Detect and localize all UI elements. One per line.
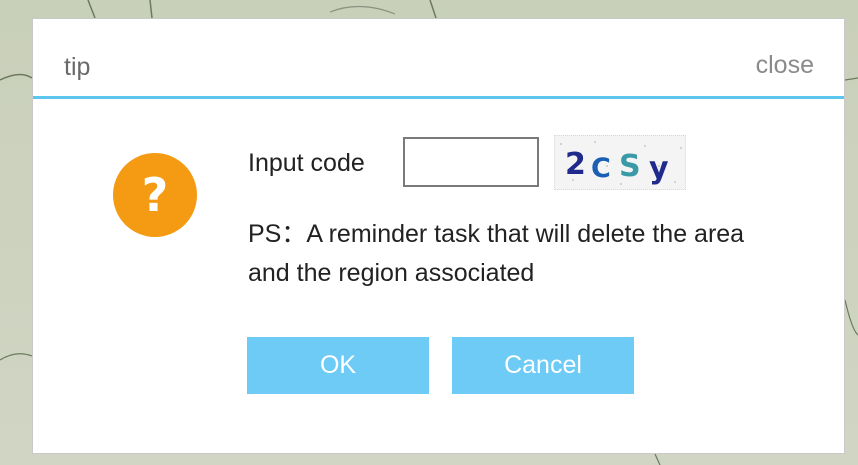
confirm-dialog: tip close ? Input code 2 C S y PS：A remi…	[32, 18, 845, 454]
question-icon: ?	[113, 153, 197, 237]
warning-message: PS：A reminder task that will delete the …	[248, 220, 745, 287]
captcha-image[interactable]: 2 C S y	[554, 135, 686, 190]
captcha-char-2: C	[591, 153, 611, 184]
close-button[interactable]: close	[756, 51, 814, 80]
captcha-char-3: S	[619, 149, 641, 184]
captcha-graphic: 2 C S y	[560, 141, 682, 186]
dialog-header: tip close	[33, 19, 844, 99]
code-label: Input code	[248, 149, 365, 177]
code-input[interactable]	[403, 137, 539, 187]
dialog-title: tip	[64, 53, 91, 81]
ok-button[interactable]: OK	[247, 337, 429, 394]
captcha-char-1: 2	[565, 147, 586, 182]
cancel-button[interactable]: Cancel	[452, 337, 634, 394]
captcha-char-4: y	[649, 151, 669, 186]
